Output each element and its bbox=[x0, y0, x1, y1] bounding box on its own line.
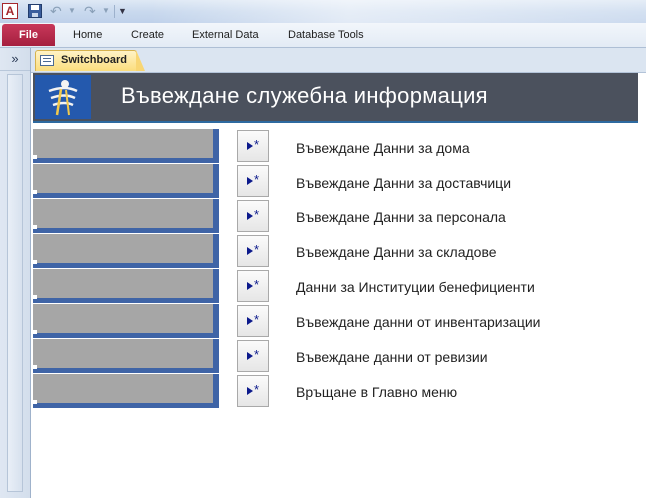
panel-row bbox=[33, 199, 219, 234]
undo-icon[interactable]: ↶ bbox=[50, 3, 66, 19]
switchboard-item-label-5[interactable]: Данни за Институции бенефициенти bbox=[296, 279, 535, 295]
redo-icon[interactable]: ↷ bbox=[84, 3, 100, 19]
tab-create[interactable]: Create bbox=[131, 28, 164, 42]
star-icon: * bbox=[254, 382, 260, 397]
star-icon: * bbox=[254, 242, 260, 257]
panel-row bbox=[33, 129, 219, 164]
panel-row bbox=[33, 339, 219, 374]
customize-quick-access-icon[interactable]: ▼ bbox=[118, 3, 128, 19]
file-tab[interactable]: File bbox=[2, 24, 55, 46]
tab-switchboard[interactable]: Switchboard bbox=[35, 50, 145, 71]
switchboard-item-label-4[interactable]: Въвеждане Данни за складове bbox=[296, 244, 497, 260]
star-icon: * bbox=[254, 312, 260, 327]
title-bar-glare bbox=[150, 0, 646, 23]
form-header: Въвеждане служебна информация bbox=[33, 73, 638, 123]
switchboard-item-button-7[interactable]: * bbox=[237, 340, 269, 372]
star-icon: * bbox=[254, 172, 260, 187]
redo-dropdown-icon[interactable]: ▼ bbox=[102, 3, 110, 19]
arrow-icon bbox=[247, 352, 253, 360]
panel-row bbox=[33, 304, 219, 339]
switchboard-item-button-2[interactable]: * bbox=[237, 165, 269, 197]
title-bar: A ↶ ▼ ↷ ▼ ▼ bbox=[0, 0, 646, 23]
panel-row bbox=[33, 164, 219, 199]
access-app-icon[interactable]: A bbox=[2, 3, 18, 19]
tab-database-tools[interactable]: Database Tools bbox=[288, 28, 364, 42]
star-icon: * bbox=[254, 277, 260, 292]
switchboard-form: Въвеждане служебна информация * Въвеждан… bbox=[31, 73, 646, 498]
switchboard-item-label-2[interactable]: Въвеждане Данни за доставчици bbox=[296, 175, 511, 191]
switchboard-item-button-4[interactable]: * bbox=[237, 235, 269, 267]
expand-navigation-pane-button[interactable]: » bbox=[0, 48, 30, 71]
save-icon[interactable] bbox=[28, 4, 42, 18]
tab-switchboard-label: Switchboard bbox=[61, 54, 128, 66]
document-tab-strip: Switchboard bbox=[31, 48, 646, 73]
left-decorative-panel bbox=[33, 129, 219, 409]
switchboard-item-label-8[interactable]: Връщане в Главно меню bbox=[296, 384, 457, 400]
panel-row bbox=[33, 374, 219, 409]
switchboard-item-label-3[interactable]: Въвеждане Данни за персонала bbox=[296, 209, 506, 225]
arrow-icon bbox=[247, 247, 253, 255]
form-title: Въвеждане служебна информация bbox=[121, 83, 488, 108]
arrow-icon bbox=[247, 142, 253, 150]
star-icon: * bbox=[254, 207, 260, 222]
star-icon: * bbox=[254, 137, 260, 152]
arrow-icon bbox=[247, 317, 253, 325]
arrow-icon bbox=[247, 387, 253, 395]
arrow-icon bbox=[247, 177, 253, 185]
form-icon bbox=[40, 55, 54, 66]
switchboard-item-label-1[interactable]: Въвеждане Данни за дома bbox=[296, 140, 470, 156]
undo-dropdown-icon[interactable]: ▼ bbox=[68, 3, 76, 19]
switchboard-item-label-7[interactable]: Въвеждане данни от ревизии bbox=[296, 349, 488, 365]
panel-row bbox=[33, 269, 219, 304]
switchboard-item-button-1[interactable]: * bbox=[237, 130, 269, 162]
logo-icon bbox=[35, 75, 91, 119]
navigation-pane: » bbox=[0, 48, 31, 498]
quick-access-separator bbox=[114, 5, 115, 18]
switchboard-item-button-6[interactable]: * bbox=[237, 305, 269, 337]
ribbon-tab-bar: File Home Create External Data Database … bbox=[0, 23, 646, 48]
panel-row bbox=[33, 234, 219, 269]
navigation-pane-bar[interactable] bbox=[7, 74, 23, 492]
switchboard-item-button-5[interactable]: * bbox=[237, 270, 269, 302]
arrow-icon bbox=[247, 212, 253, 220]
tab-home[interactable]: Home bbox=[73, 28, 102, 42]
switchboard-item-label-6[interactable]: Въвеждане данни от инвентаризации bbox=[296, 314, 541, 330]
arrow-icon bbox=[247, 282, 253, 290]
switchboard-item-button-3[interactable]: * bbox=[237, 200, 269, 232]
star-icon: * bbox=[254, 347, 260, 362]
switchboard-item-button-8[interactable]: * bbox=[237, 375, 269, 407]
tab-external-data[interactable]: External Data bbox=[192, 28, 259, 42]
